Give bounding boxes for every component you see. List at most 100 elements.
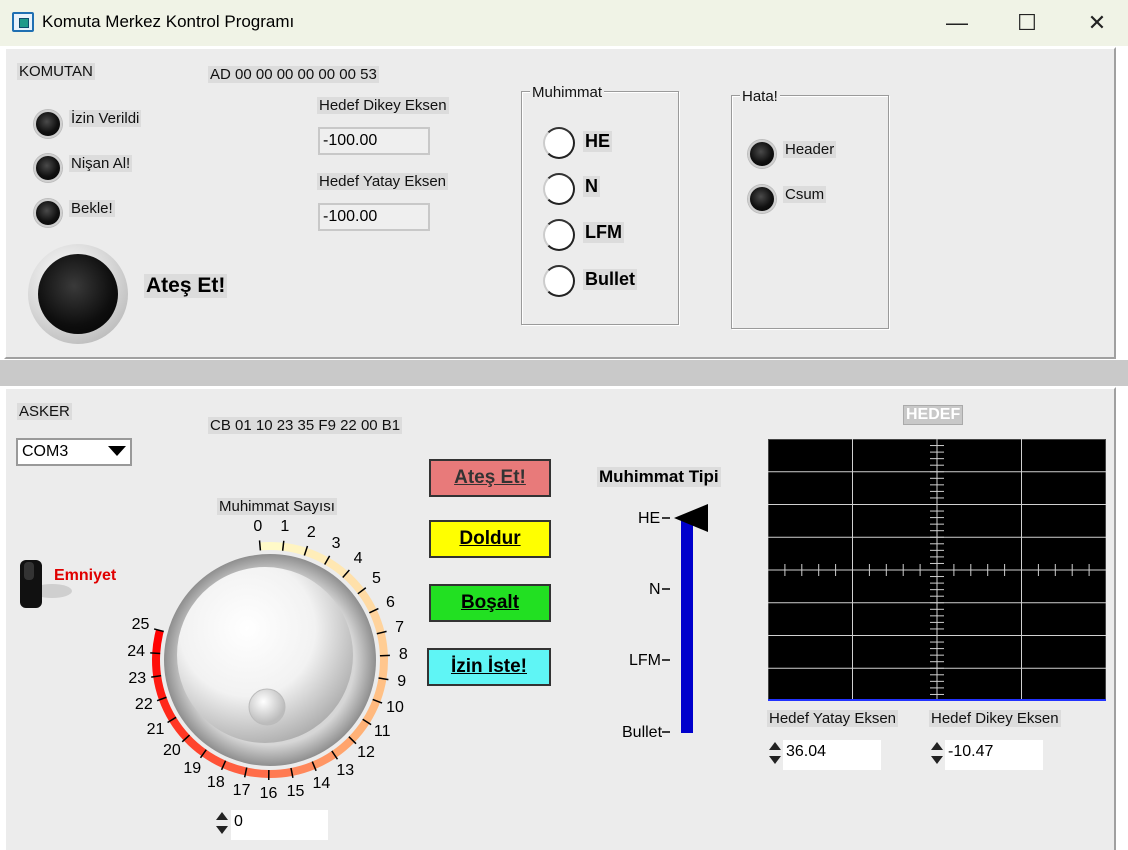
bekle-label: Bekle! <box>69 200 115 217</box>
radio-lfm[interactable] <box>543 219 575 251</box>
knob-scale-segment <box>245 767 269 778</box>
knob-tick-label: 22 <box>134 696 153 714</box>
knob-tick-label: 20 <box>162 742 181 760</box>
panel-divider <box>0 360 1128 386</box>
window-title: Komuta Merkez Kontrol Programı <box>42 12 295 31</box>
knob-tick-label: 9 <box>397 672 407 690</box>
radio-n[interactable] <box>543 173 575 205</box>
yatay-eksen-label: Hedef Yatay Eksen <box>317 173 449 190</box>
nisan-al-led <box>34 154 62 182</box>
radio-he[interactable] <box>543 127 575 159</box>
radio-lfm-label: LFM <box>583 222 624 243</box>
knob-scale-segment <box>268 767 293 778</box>
com-port-select[interactable]: COM3 <box>16 438 132 466</box>
izin-verildi-label: İzin Verildi <box>69 110 142 127</box>
knob-scale-segment <box>290 761 316 776</box>
izin-verildi-led <box>34 110 62 138</box>
ates-et-indicator <box>28 244 128 344</box>
knob-tick-label: 7 <box>395 619 405 637</box>
knob-tick-label: 11 <box>373 723 391 741</box>
knob-scale-segment <box>222 760 247 776</box>
knob-scale-segment <box>357 588 377 613</box>
knob-tick-label: 15 <box>286 782 305 800</box>
dikey-eksen-label: Hedef Dikey Eksen <box>317 97 449 114</box>
asker-packet: CB 01 10 23 35 F9 22 00 B1 <box>208 417 403 434</box>
knob-tick-label: 18 <box>206 773 225 791</box>
hata-group-title: Hata! <box>740 88 780 105</box>
asker-label: ASKER <box>17 403 72 420</box>
hedef-yatay-stepper[interactable] <box>768 740 782 770</box>
knob-scale-segment <box>378 655 388 680</box>
knob-tick-label: 14 <box>312 774 331 792</box>
komutan-packet: AD 00 00 00 00 00 00 53 <box>208 66 379 83</box>
knob-scale-segment <box>304 547 329 565</box>
hata-group <box>731 95 889 329</box>
title-bar: Komuta Merkez Kontrol Programı — ☐ ✕ <box>0 0 1128 46</box>
knob-tick-label: 19 <box>183 760 202 778</box>
knob-scale-segment <box>153 675 167 700</box>
knob-scale-segment <box>152 629 164 654</box>
hedef-yatay-label: Hedef Yatay Eksen <box>767 710 899 727</box>
muhimmat-group-title: Muhimmat <box>530 84 605 101</box>
com-port-value: COM3 <box>22 443 69 460</box>
muhimmat-tipi-slider[interactable] <box>660 500 720 740</box>
knob-tick-mark <box>258 540 262 551</box>
maximize-button[interactable]: ☐ <box>1002 6 1052 40</box>
hedef-dikey-label: Hedef Dikey Eksen <box>929 710 1061 727</box>
hedef-dikey-stepper[interactable] <box>930 740 944 770</box>
radio-bullet-label: Bullet <box>583 269 638 290</box>
knob-tick-label: 5 <box>372 570 381 588</box>
hedef-title: HEDEF <box>903 405 964 425</box>
bekle-led <box>34 199 62 227</box>
radio-bullet[interactable] <box>543 265 575 297</box>
knob-scale-segment <box>312 750 337 769</box>
muhimmat-tipi-label: Muhimmat Tipi <box>597 467 721 487</box>
knob-tick-label: 4 <box>353 550 363 568</box>
knob-tick-label: 3 <box>331 534 341 552</box>
slider-tick-lfm: LFM <box>629 652 661 669</box>
knob-tick-label: 21 <box>146 720 165 738</box>
doldur-button[interactable]: Doldur <box>429 520 551 558</box>
knob-scale-segment <box>369 609 385 634</box>
knob-tick-label: 13 <box>336 761 355 779</box>
knob-scale-segment <box>259 542 284 551</box>
hedef-yatay-field[interactable]: 36.04 <box>783 740 881 770</box>
knob-tick-label: 8 <box>398 645 408 663</box>
slider-tick-bullet: Bullet <box>622 724 663 741</box>
knob-tick-label: 25 <box>131 616 150 634</box>
hedef-graph[interactable] <box>768 439 1106 701</box>
knob-tick-label: 0 <box>253 517 263 535</box>
knob-tick-label: 10 <box>386 699 404 717</box>
knob-tick-label: 17 <box>232 781 251 799</box>
knob-scale-segment <box>201 749 226 768</box>
header-error-led <box>748 140 776 168</box>
chevron-down-icon[interactable] <box>108 446 126 456</box>
izin-iste-button[interactable]: İzin İste! <box>427 648 551 686</box>
knob-tick-label: 23 <box>128 670 147 688</box>
csum-error-led <box>748 185 776 213</box>
emniyet-label: Emniyet <box>54 567 117 584</box>
radio-n-label: N <box>583 176 600 197</box>
slider-tick-he: HE <box>638 510 661 527</box>
hedef-dikey-field[interactable]: -10.47 <box>945 740 1043 770</box>
app-icon <box>12 12 34 32</box>
knob-scale-segment <box>362 699 381 724</box>
knob-tick-label: 2 <box>306 523 316 541</box>
ates-et-button[interactable]: Ateş Et! <box>429 459 551 497</box>
bosalt-button[interactable]: Boşalt <box>429 584 551 622</box>
dikey-eksen-field: -100.00 <box>318 127 430 155</box>
knob-value-stepper[interactable] <box>215 810 229 840</box>
knob-scale-segment <box>282 542 307 556</box>
yatay-eksen-field: -100.00 <box>318 203 430 231</box>
knob-scale-segment <box>372 677 387 703</box>
knob-tick-label: 24 <box>127 643 146 661</box>
radio-he-label: HE <box>583 131 613 152</box>
minimize-button[interactable]: — <box>932 6 982 40</box>
close-button[interactable]: ✕ <box>1072 6 1122 40</box>
csum-error-label: Csum <box>783 186 827 203</box>
knob-value-field[interactable]: 0 <box>231 810 328 840</box>
knob-tick-label: 1 <box>280 517 290 535</box>
muhimmat-sayisi-label: Muhimmat Sayısı <box>217 498 337 515</box>
knob-tick-label: 12 <box>357 744 375 762</box>
knob-scale-segment <box>158 697 177 722</box>
